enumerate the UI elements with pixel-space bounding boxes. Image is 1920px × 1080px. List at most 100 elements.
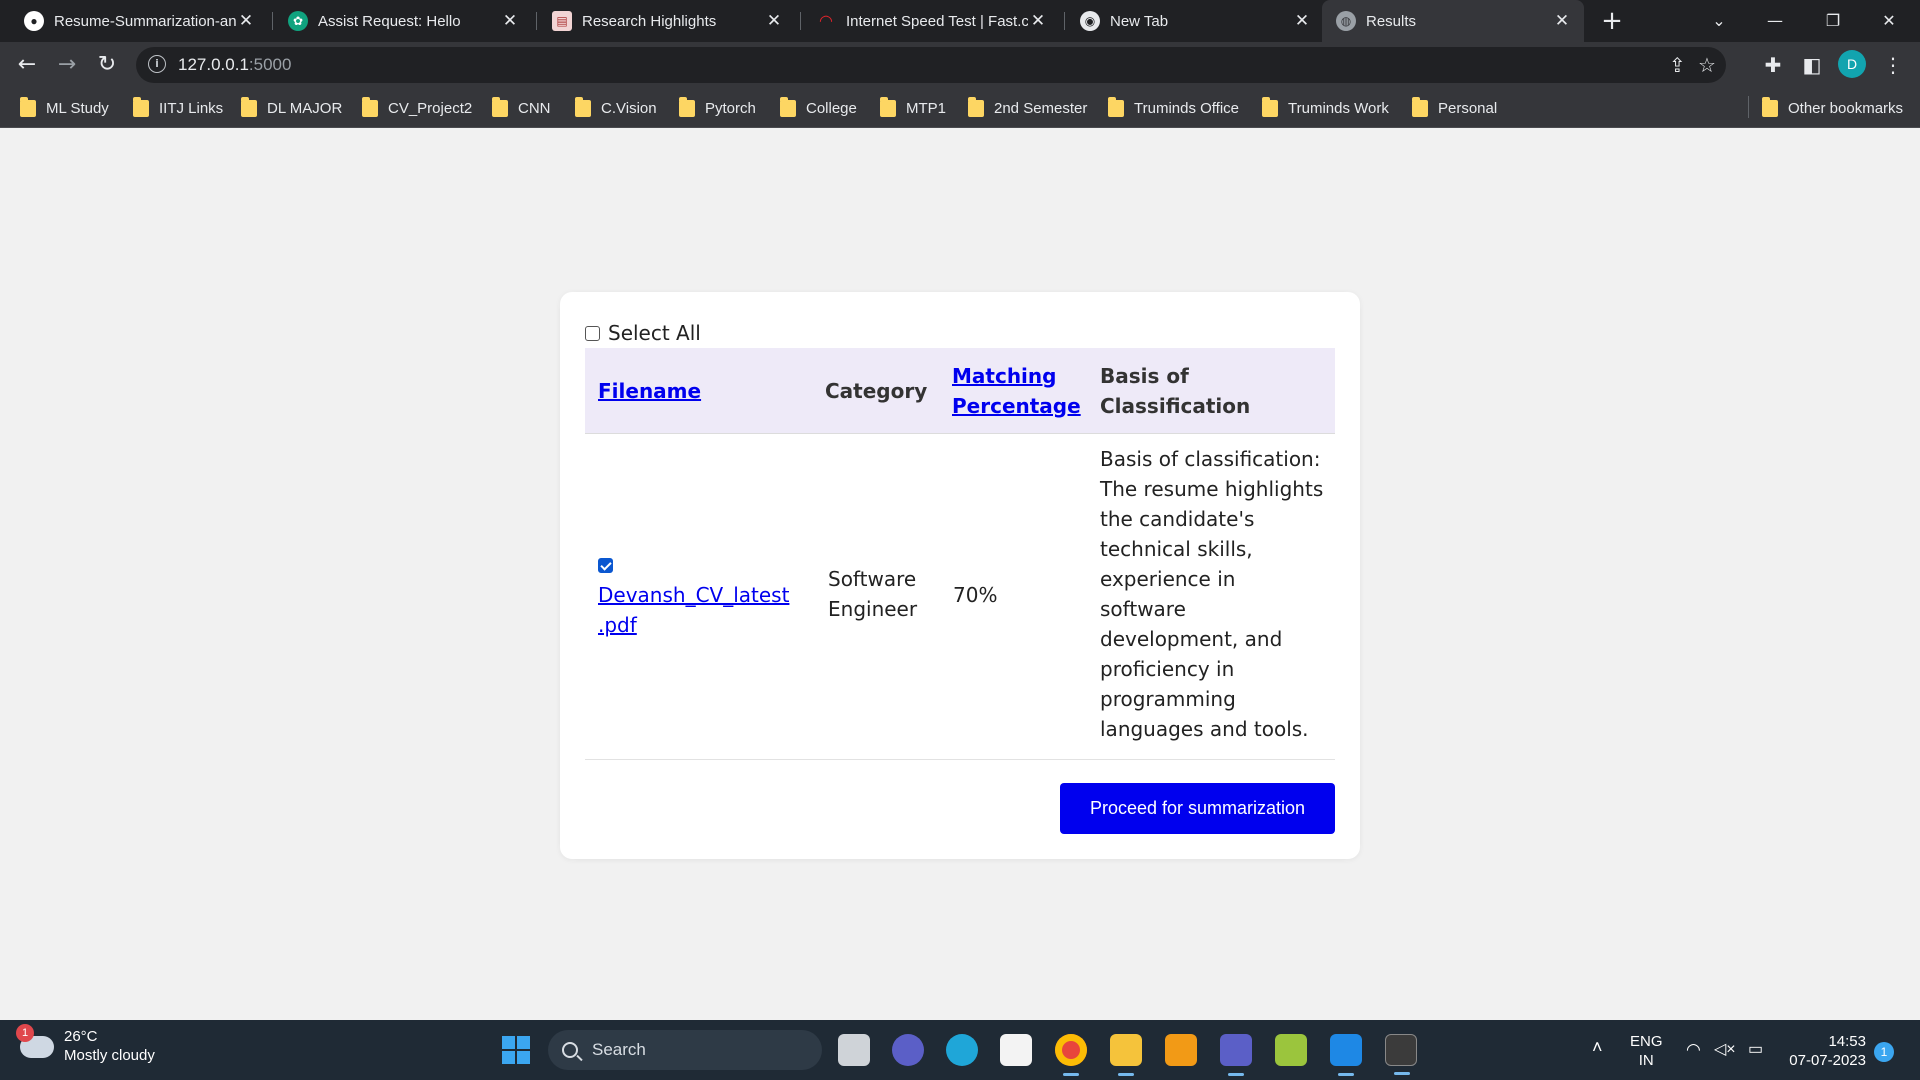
basis-cell: Basis of classification: The resume high… [1100, 444, 1323, 744]
folder-icon [1412, 96, 1428, 117]
bookmarks-bar: ML Study IITJ Links DL MAJOR CV_Project2… [0, 88, 1920, 128]
folder-icon [679, 96, 695, 117]
bookmark-folder[interactable]: CNN [492, 96, 551, 119]
basis-line: technical skills, [1100, 537, 1253, 561]
tab-search-chevron-icon[interactable]: ⌄ [1696, 6, 1742, 36]
bookmark-folder[interactable]: MTP1 [880, 96, 946, 119]
taskbar-search[interactable]: Search [548, 1030, 822, 1070]
bookmark-folder[interactable]: Personal [1412, 96, 1497, 119]
bookmark-folder[interactable]: 2nd Semester [968, 96, 1087, 119]
folder-icon [1108, 96, 1124, 117]
windows-start-icon[interactable] [502, 1036, 530, 1064]
weather-widget[interactable]: 1 26°C Mostly cloudy [16, 1024, 155, 1066]
speedometer-icon: ◠ [819, 13, 833, 30]
edge-icon[interactable] [946, 1034, 978, 1066]
teams-icon[interactable] [1220, 1034, 1252, 1076]
terminal-icon[interactable] [1385, 1034, 1417, 1075]
other-bookmarks[interactable]: Other bookmarks [1762, 96, 1904, 119]
bookmark-folder[interactable]: DL MAJOR [241, 96, 342, 119]
tab-results[interactable]: ◍ Results ✕ [1322, 0, 1584, 42]
share-icon[interactable]: ⇪ [1669, 55, 1686, 75]
task-view-icon[interactable] [838, 1034, 870, 1066]
chrome-taskbar-icon[interactable] [1055, 1034, 1087, 1076]
folder-icon [1762, 96, 1778, 117]
folder-icon [362, 96, 378, 117]
speaker-muted-icon[interactable]: ◁× [1714, 1040, 1736, 1059]
row-checkbox[interactable] [598, 558, 613, 573]
forward-arrow-icon[interactable]: → [52, 50, 82, 80]
basis-line: development, and [1100, 627, 1283, 651]
close-icon[interactable]: ✕ [500, 11, 520, 31]
file-explorer-icon[interactable] [1110, 1034, 1142, 1076]
close-icon[interactable]: ✕ [1028, 11, 1048, 31]
extensions-puzzle-icon[interactable]: ✚ [1760, 52, 1786, 78]
wifi-icon[interactable]: ◠ [1686, 1040, 1701, 1059]
select-all-checkbox[interactable] [585, 325, 600, 341]
meet-chat-icon[interactable] [892, 1034, 924, 1066]
profile-avatar[interactable]: D [1838, 50, 1866, 78]
close-icon[interactable]: ✕ [764, 11, 784, 31]
clock-time: 14:53 [1828, 1033, 1866, 1050]
tray-chevron-up-icon[interactable]: ˄ [1592, 1038, 1603, 1057]
reload-icon[interactable]: ↻ [92, 50, 122, 80]
results-card: Select All Filename Category Matching Pe… [560, 292, 1360, 859]
folder-icon [968, 96, 984, 117]
bookmark-folder[interactable]: Pytorch [679, 96, 756, 119]
tab-fast-speed-test[interactable]: ◠ Internet Speed Test | Fast.co ✕ [802, 4, 1060, 38]
minimize-icon[interactable]: — [1752, 6, 1798, 36]
site-info-icon[interactable]: i [148, 55, 166, 73]
folder-icon [880, 96, 896, 117]
bookmark-label: Pytorch [705, 99, 756, 117]
bookmark-folder[interactable]: IITJ Links [133, 96, 223, 119]
window-close-icon[interactable]: ✕ [1866, 6, 1912, 36]
results-table: Filename Category Matching Percentage Ba… [585, 348, 1335, 760]
vscode-icon[interactable] [1330, 1034, 1362, 1076]
tab-title: Research Highlights [582, 12, 717, 30]
clock[interactable]: 14:53 07-07-2023 [1780, 1032, 1866, 1070]
url-text: 127.0.0.1:5000 [178, 55, 291, 75]
bookmark-folder[interactable]: C.Vision [575, 96, 657, 119]
bookmark-folder[interactable]: Truminds Office [1108, 96, 1239, 119]
table-header: Filename Category Matching Percentage Ba… [585, 348, 1335, 434]
back-arrow-icon[interactable]: ← [12, 50, 42, 80]
select-all[interactable]: Select All [585, 321, 701, 345]
address-bar[interactable]: i 127.0.0.1:5000 ⇪ ☆ [136, 47, 1726, 83]
bookmark-folder[interactable]: ML Study [20, 96, 109, 119]
bookmark-label: Other bookmarks [1788, 99, 1904, 117]
proceed-for-summarization-button[interactable]: Proceed for summarization [1060, 783, 1335, 834]
category-line: Software [828, 567, 917, 591]
language-indicator[interactable]: ENG IN [1630, 1032, 1663, 1070]
tab-github[interactable]: ● Resume-Summarization-an ✕ [10, 4, 268, 38]
tab-assist-request[interactable]: ✿ Assist Request: Hello ✕ [274, 4, 532, 38]
column-matching-sort-link[interactable]: Matching Percentage [952, 348, 1081, 434]
tab-title: Resume-Summarization-an [54, 12, 236, 30]
side-panel-icon[interactable]: ◧ [1799, 52, 1825, 78]
battery-icon[interactable]: ▭ [1748, 1040, 1763, 1059]
folder-icon [1262, 96, 1278, 117]
filename-link[interactable]: Devansh_CV_latest .pdf [598, 580, 789, 640]
folder-icon [492, 96, 508, 117]
microsoft-store-icon[interactable] [1000, 1034, 1032, 1066]
table-row: Devansh_CV_latest .pdf Software Engineer… [585, 434, 1335, 760]
bookmark-label: ML Study [46, 99, 109, 117]
close-icon[interactable]: ✕ [1552, 11, 1572, 31]
tab-new-tab[interactable]: ◉ New Tab ✕ [1066, 4, 1324, 38]
new-tab-plus-icon[interactable]: + [1598, 8, 1626, 36]
close-icon[interactable]: ✕ [1292, 11, 1312, 31]
restore-icon[interactable]: ❐ [1810, 6, 1856, 36]
menu-kebab-icon[interactable]: ⋮ [1880, 52, 1906, 78]
bookmark-folder[interactable]: Truminds Work [1262, 96, 1389, 119]
bookmark-star-icon[interactable]: ☆ [1698, 55, 1716, 75]
column-filename-sort-link[interactable]: Filename [598, 348, 701, 434]
notification-badge[interactable]: 1 [1874, 1042, 1894, 1062]
close-icon[interactable]: ✕ [236, 11, 256, 31]
chrome-icon: ◉ [1080, 11, 1100, 31]
bookmark-folder[interactable]: College [780, 96, 857, 119]
sublime-text-icon[interactable] [1165, 1034, 1197, 1066]
matching-percentage-cell: 70% [953, 583, 998, 607]
clock-date: 07-07-2023 [1789, 1052, 1866, 1069]
tab-research-highlights[interactable]: ▤ Research Highlights ✕ [538, 4, 796, 38]
language-line: IN [1638, 1052, 1654, 1069]
bookmark-folder[interactable]: CV_Project2 [362, 96, 472, 119]
paint-icon[interactable] [1275, 1034, 1307, 1066]
